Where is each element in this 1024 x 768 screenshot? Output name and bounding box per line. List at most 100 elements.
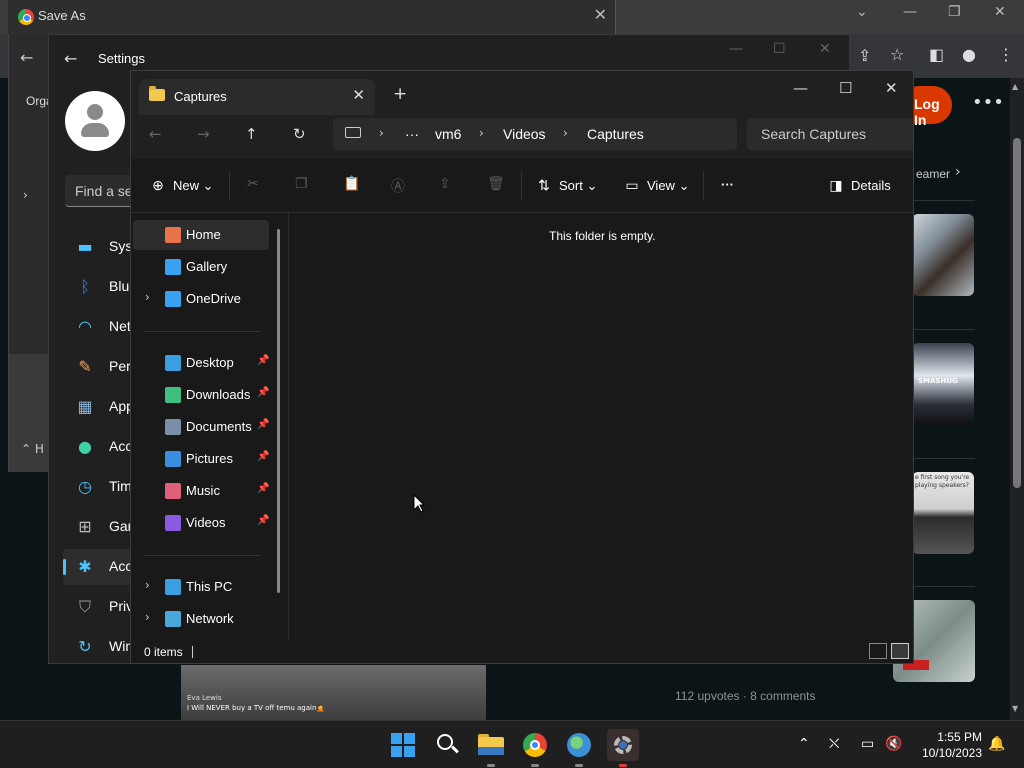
- navigation-scrollbar[interactable]: [277, 229, 280, 593]
- minimize-icon[interactable]: —: [903, 4, 917, 20]
- post-thumbnail[interactable]: e first song you're playing speakers?: [912, 472, 974, 554]
- kebab-menu-icon[interactable]: ⋮: [998, 45, 1014, 64]
- nav-item-home[interactable]: Home: [133, 220, 269, 250]
- chevron-right-icon[interactable]: ›: [23, 188, 28, 202]
- minimize-icon[interactable]: —: [793, 79, 808, 97]
- navigation-pane: Home Gallery › OneDrive Desktop 📌 Downloads 📌 Do…: [131, 213, 289, 641]
- chevron-right-icon[interactable]: ›: [479, 126, 484, 140]
- new-button[interactable]: ⊕ New ⌄: [149, 177, 213, 194]
- copy-icon[interactable]: ❐: [295, 176, 308, 192]
- more-options-icon[interactable]: •••: [972, 92, 1004, 113]
- nav-item-documents[interactable]: Documents 📌: [133, 412, 269, 442]
- explorer-tab[interactable]: Captures ✕: [139, 79, 375, 115]
- address-bar[interactable]: › ··· vm6 › Videos › Captures: [333, 118, 737, 150]
- nav-item-downloads[interactable]: Downloads 📌: [133, 380, 269, 410]
- wifi-icon: ◠: [78, 317, 92, 336]
- maximize-icon[interactable]: ☐: [839, 79, 852, 97]
- delete-icon[interactable]: 🗑: [487, 176, 505, 192]
- scroll-up-icon[interactable]: ▲: [1012, 82, 1018, 91]
- forward-arrow-icon[interactable]: →: [197, 125, 210, 143]
- notification-bell-icon[interactable]: 🔔: [988, 736, 1005, 752]
- paste-icon[interactable]: 📋: [343, 176, 360, 192]
- breadcrumb-captures[interactable]: Captures: [587, 126, 644, 142]
- taskbar-chrome[interactable]: [519, 729, 551, 767]
- video-preview[interactable]: Eva Lewis I Will NEVER buy a TV off temu…: [181, 665, 486, 720]
- search-input[interactable]: Search Captures: [747, 118, 913, 150]
- share-icon[interactable]: ⇪: [439, 176, 451, 192]
- expand-chevron-icon[interactable]: ›: [145, 290, 150, 304]
- close-tab-icon[interactable]: ✕: [352, 86, 365, 104]
- start-button[interactable]: [387, 729, 419, 761]
- taskbar-search-button[interactable]: [431, 729, 463, 761]
- taskbar-clock[interactable]: 1:55 PM 10/10/2023: [912, 729, 982, 761]
- pin-icon[interactable]: 📌: [257, 515, 269, 526]
- close-tab-icon[interactable]: ✕: [594, 5, 607, 24]
- taskbar-file-explorer[interactable]: [475, 729, 507, 767]
- avatar[interactable]: [65, 91, 125, 151]
- details-view-icon[interactable]: [869, 643, 887, 659]
- chevron-right-icon[interactable]: ›: [563, 126, 568, 140]
- hide-folders-button[interactable]: ⌃ H: [21, 442, 44, 456]
- nav-item-gallery[interactable]: Gallery: [133, 252, 269, 282]
- sort-button[interactable]: ⇅ Sort ⌄: [535, 177, 597, 194]
- view-button[interactable]: ▭ View ⌄: [623, 177, 689, 194]
- breadcrumb-vm6[interactable]: vm6: [435, 126, 461, 142]
- breadcrumb-videos[interactable]: Videos: [503, 126, 546, 142]
- show-hidden-icons-chevron[interactable]: ⌃: [798, 736, 810, 752]
- breadcrumb-overflow[interactable]: ···: [405, 126, 419, 142]
- close-window-icon[interactable]: ✕: [819, 41, 831, 57]
- minimize-icon[interactable]: —: [729, 41, 743, 57]
- volume-muted-icon[interactable]: 🔇: [885, 736, 902, 752]
- taskbar-settings[interactable]: [607, 729, 639, 767]
- nav-item-onedrive[interactable]: › OneDrive: [133, 284, 269, 314]
- browser-scrollbar[interactable]: ▲ ▼: [1010, 78, 1024, 720]
- rename-icon[interactable]: Ⓐ: [391, 176, 405, 196]
- browser-back-icon[interactable]: ←: [20, 48, 33, 67]
- apps-icon: ▦: [77, 397, 93, 416]
- close-window-icon[interactable]: ✕: [994, 4, 1006, 20]
- up-arrow-icon[interactable]: ↑: [245, 125, 258, 143]
- cut-icon[interactable]: ✂: [247, 176, 259, 192]
- nav-item-desktop[interactable]: Desktop 📌: [133, 348, 269, 378]
- restore-icon[interactable]: ❐: [948, 4, 961, 20]
- post-thumbnail[interactable]: SMASHUG: [912, 343, 974, 425]
- chevron-down-icon[interactable]: ⌄: [856, 4, 868, 20]
- nav-item-network[interactable]: › Network: [133, 604, 269, 634]
- details-button[interactable]: ◨ Details: [827, 177, 890, 194]
- new-tab-icon[interactable]: +: [393, 84, 407, 104]
- chevron-right-icon[interactable]: ›: [379, 126, 384, 140]
- nav-item-this-pc[interactable]: › This PC: [133, 572, 269, 602]
- see-more-button[interactable]: ···: [721, 177, 734, 192]
- close-window-icon[interactable]: ✕: [885, 79, 898, 97]
- pin-icon[interactable]: 📌: [257, 387, 269, 398]
- settings-nav-label: Net: [109, 318, 131, 334]
- nav-item-videos[interactable]: Videos 📌: [133, 508, 269, 538]
- share-icon[interactable]: ⇪: [858, 46, 871, 65]
- network-offline-icon[interactable]: ⛌: [829, 736, 839, 752]
- settings-nav-label: Gar: [109, 518, 133, 534]
- expand-chevron-icon[interactable]: ›: [145, 578, 150, 592]
- scroll-down-icon[interactable]: ▼: [1012, 704, 1018, 713]
- bookmark-star-icon[interactable]: ☆: [890, 45, 904, 64]
- pin-icon[interactable]: 📌: [257, 419, 269, 430]
- maximize-icon[interactable]: ☐: [773, 41, 786, 57]
- large-icons-view-icon[interactable]: [891, 643, 909, 659]
- nav-item-pictures[interactable]: Pictures 📌: [133, 444, 269, 474]
- scrollbar-thumb[interactable]: [1013, 138, 1021, 488]
- view-icon: ▭: [625, 177, 639, 193]
- pin-icon[interactable]: 📌: [257, 451, 269, 462]
- taskbar-maps[interactable]: [563, 729, 595, 767]
- display-icon[interactable]: ▭: [861, 736, 874, 752]
- back-arrow-icon[interactable]: ←: [149, 125, 162, 143]
- nav-item-music[interactable]: Music 📌: [133, 476, 269, 506]
- pin-icon[interactable]: 📌: [257, 483, 269, 494]
- pin-icon[interactable]: 📌: [257, 355, 269, 366]
- sidepanel-icon[interactable]: ◧: [929, 45, 944, 64]
- refresh-icon[interactable]: ↻: [293, 125, 306, 143]
- chevron-right-icon[interactable]: ›: [955, 164, 961, 180]
- post-thumbnail[interactable]: [912, 214, 974, 296]
- profile-icon[interactable]: ●: [962, 45, 976, 64]
- browser-tab[interactable]: Save As ✕: [8, 0, 616, 34]
- expand-chevron-icon[interactable]: ›: [145, 610, 150, 624]
- back-arrow-icon[interactable]: ←: [64, 49, 77, 68]
